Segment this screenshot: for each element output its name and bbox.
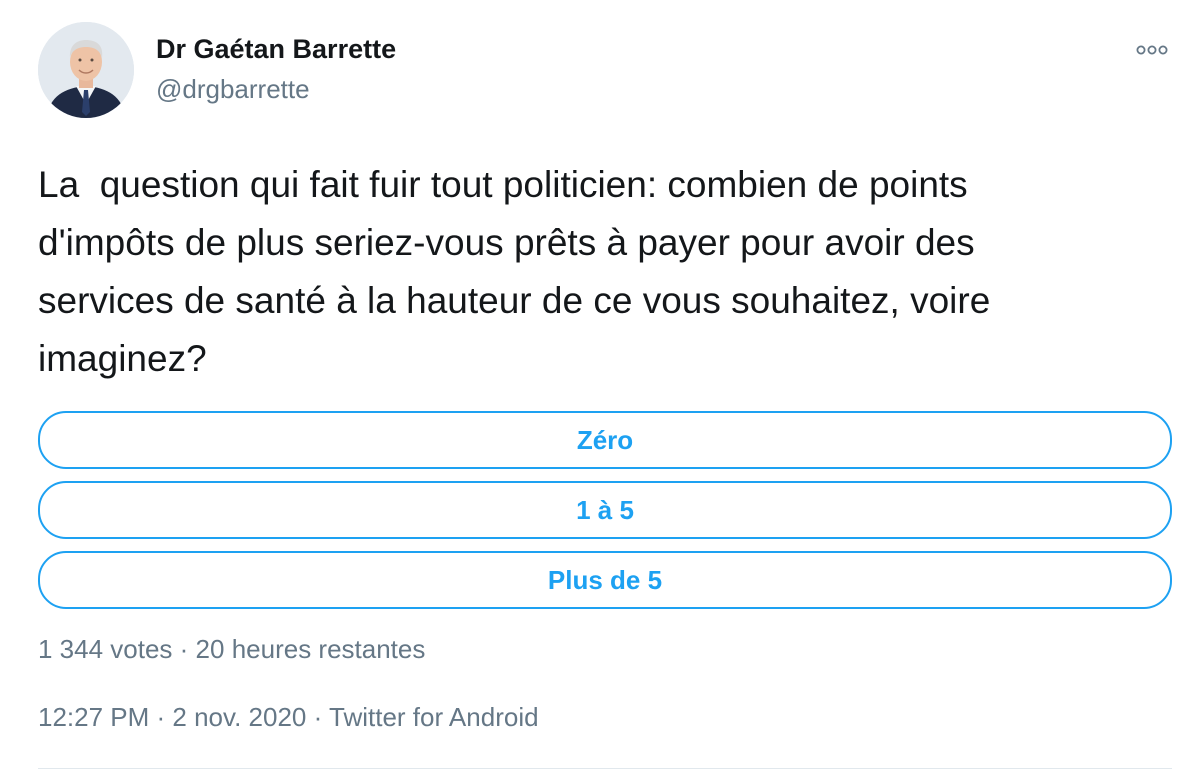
avatar[interactable] xyxy=(38,22,134,118)
more-options-button[interactable] xyxy=(1132,36,1172,64)
tweet-source-link[interactable]: Twitter for Android xyxy=(329,702,539,732)
poll-option-label: 1 à 5 xyxy=(576,494,634,525)
poll-status: 1 344 votes · 20 heures restantes xyxy=(38,634,425,665)
poll-option-zero[interactable]: Zéro xyxy=(38,411,1172,469)
poll-separator: · xyxy=(172,634,196,664)
poll-option-label: Plus de 5 xyxy=(547,564,663,595)
profile-photo-icon xyxy=(38,22,134,118)
poll-time-left: 20 heures restantes xyxy=(195,634,426,664)
meta-separator: · xyxy=(149,702,173,732)
tweet-timestamp-link[interactable]: 12:27 PM · 2 nov. 2020 xyxy=(38,702,306,732)
tweet-card: Dr Gaétan Barrette @drgbarrette La quest… xyxy=(0,0,1204,774)
meta-separator: · xyxy=(306,702,330,732)
poll-option-1-to-5[interactable]: 1 à 5 xyxy=(38,481,1172,539)
tweet-metadata: 12:27 PM · 2 nov. 2020 · Twitter for And… xyxy=(38,702,539,733)
divider xyxy=(38,768,1172,769)
poll-option-label: Zéro xyxy=(576,424,634,455)
author-handle[interactable]: @drgbarrette xyxy=(156,74,310,105)
more-options-icon xyxy=(1136,45,1168,55)
tweet-time: 12:27 PM xyxy=(38,702,150,732)
poll-option-more-than-5[interactable]: Plus de 5 xyxy=(38,551,1172,609)
tweet-date: 2 nov. 2020 xyxy=(172,702,307,732)
poll-vote-count: 1 344 votes xyxy=(38,634,173,664)
author-display-name[interactable]: Dr Gaétan Barrette xyxy=(156,34,396,65)
tweet-text: La question qui fait fuir tout politicie… xyxy=(38,164,991,379)
